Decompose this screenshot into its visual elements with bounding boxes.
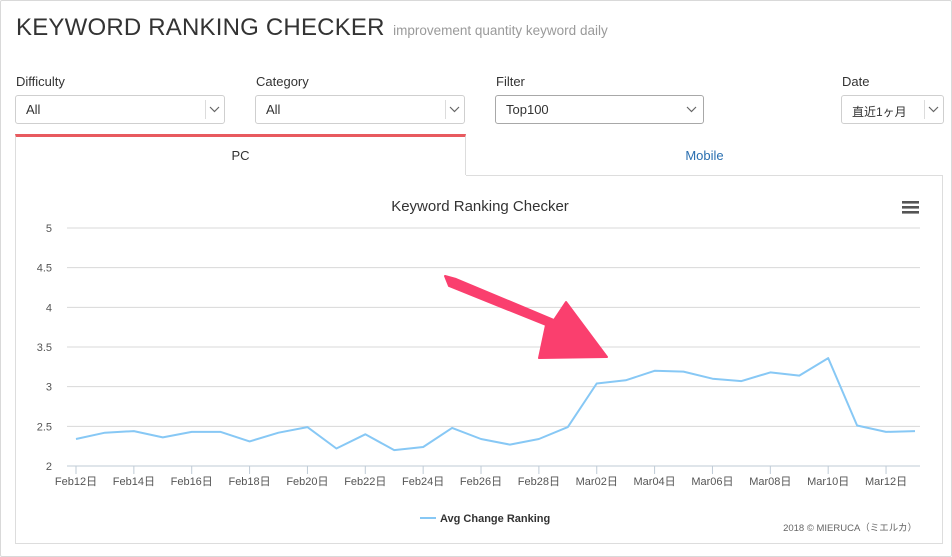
date-select[interactable]: 直近1ヶ月 [841,95,944,124]
difficulty-select[interactable]: All [15,95,225,124]
page-subtitle: improvement quantity keyword daily [393,23,608,38]
category-select[interactable]: All [255,95,465,124]
hamburger-menu-icon[interactable] [902,201,919,214]
legend-label: Avg Change Ranking [440,513,550,525]
filter-select[interactable]: Top100 [495,95,704,124]
chart-panel [15,175,943,544]
category-value: All [266,102,281,117]
filter-value: Top100 [506,102,549,117]
date-value: 直近1ヶ月 [852,105,907,119]
tab-mobile[interactable]: Mobile [466,134,943,176]
select-divider [924,100,925,119]
page-title: KEYWORD RANKING CHECKER [16,14,385,41]
chevron-down-icon [686,106,697,113]
chevron-down-icon [928,106,939,113]
difficulty-value: All [26,102,41,117]
select-divider [205,100,206,119]
tab-pc[interactable]: PC [15,134,466,175]
category-label: Category [256,74,309,89]
chart-legend[interactable]: Avg Change Ranking [420,513,550,525]
chevron-down-icon [209,106,220,113]
difficulty-label: Difficulty [16,74,65,89]
select-divider [445,100,446,119]
filter-label: Filter [496,74,525,89]
page-header: KEYWORD RANKING CHECKER improvement quan… [16,14,608,42]
device-tabs: PC Mobile [15,134,943,176]
chevron-down-icon [449,106,460,113]
date-label: Date [842,74,870,89]
